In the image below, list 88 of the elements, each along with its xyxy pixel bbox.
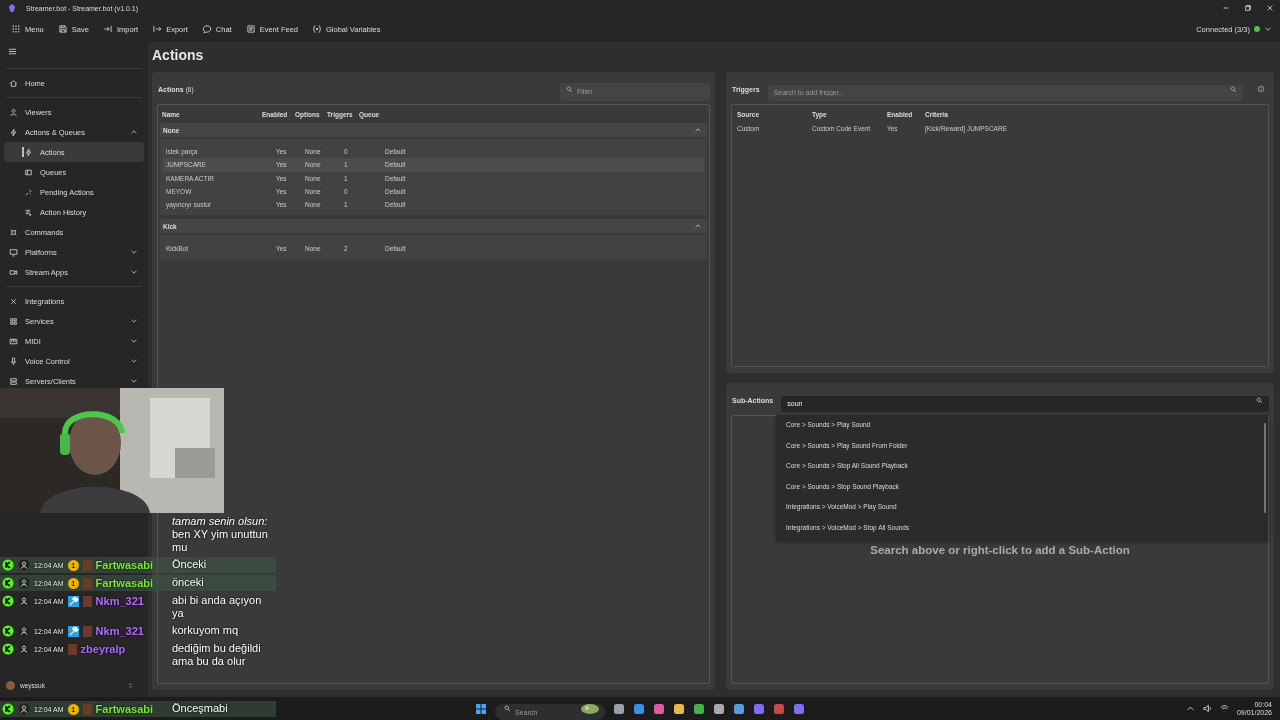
chevron-icon[interactable] — [694, 126, 702, 134]
list-icon — [24, 207, 33, 217]
server-icon — [9, 376, 18, 386]
grid-icon — [11, 24, 21, 34]
kick-icon — [2, 577, 14, 589]
avatar — [82, 595, 92, 607]
close-icon[interactable] — [1266, 4, 1274, 12]
search-icon — [504, 705, 511, 712]
import-icon — [102, 24, 113, 34]
page-title: Actions — [152, 46, 205, 65]
chevron-icon[interactable] — [130, 357, 138, 365]
kick-icon — [2, 643, 14, 655]
command-icon — [9, 227, 18, 237]
chevron-icon[interactable] — [130, 268, 138, 276]
message-text: abi bi anda açıyon ya — [172, 594, 263, 620]
search-icon — [1256, 396, 1263, 404]
windows-icon[interactable] — [475, 702, 487, 715]
cross-icon — [9, 296, 18, 306]
chevron-icon[interactable] — [130, 337, 138, 345]
chevron-icon[interactable] — [130, 317, 138, 325]
chat-icon — [201, 24, 212, 34]
restore-icon[interactable] — [1244, 4, 1252, 12]
user-icon — [18, 703, 30, 715]
kick-icon — [2, 625, 14, 637]
user-icon — [18, 559, 30, 571]
app-icon[interactable] — [793, 702, 805, 715]
hammer-icon — [67, 625, 79, 637]
username: Nkm_321 — [95, 595, 144, 607]
avatar — [6, 680, 15, 690]
user-icon — [9, 107, 18, 117]
chevron-icon — [127, 681, 134, 689]
variable-icon — [312, 24, 323, 34]
avatar — [82, 559, 92, 571]
message-text: Önceki — [172, 558, 208, 572]
avatar — [82, 703, 92, 715]
scrollbar[interactable] — [1264, 423, 1266, 513]
chevron-down-icon[interactable] — [1264, 25, 1272, 33]
avatar — [82, 625, 92, 637]
username: Fartwasabi — [95, 703, 154, 715]
chevron-icon[interactable] — [130, 128, 138, 136]
app-icon[interactable] — [693, 702, 705, 715]
username: Fartwasabi — [95, 559, 154, 571]
app-icon[interactable] — [613, 702, 625, 715]
kick-icon — [2, 559, 14, 571]
export-icon — [152, 24, 163, 34]
message-text: Önceşmabi — [172, 702, 229, 716]
chevron-up-icon[interactable] — [1185, 704, 1195, 713]
queue-icon — [24, 167, 33, 177]
message-text: korkuyom mq — [172, 624, 240, 638]
user-icon — [18, 595, 30, 607]
username: Nkm_321 — [95, 625, 144, 637]
microphone-icon — [9, 356, 18, 366]
hammer-icon — [67, 595, 79, 607]
message-text: dediğim bu değildi ama bu da olur — [172, 642, 262, 668]
list-icon — [245, 24, 256, 34]
keyboard-icon — [9, 336, 18, 346]
save-icon — [57, 24, 68, 34]
user-icon — [18, 643, 30, 655]
app-icon[interactable] — [653, 702, 665, 715]
search-icon — [1230, 85, 1237, 93]
search-icon — [566, 85, 573, 93]
speaker-icon[interactable] — [1202, 704, 1212, 713]
logo-icon — [8, 4, 16, 12]
app-icon[interactable] — [753, 702, 765, 715]
avatar — [67, 643, 77, 655]
empty-hint: Search above or right-click to add a Sub-Action — [870, 543, 1130, 556]
message-text: tamam senin olsun: ben XY yim unuttun mu — [172, 515, 269, 554]
monitor-icon — [9, 247, 18, 257]
kick-icon — [2, 595, 14, 607]
home-icon — [9, 78, 18, 88]
user-icon — [18, 625, 30, 637]
username: Fartwasabi — [95, 577, 154, 589]
map-icon — [580, 702, 600, 715]
username: zbeyralp — [80, 643, 126, 655]
app-icon[interactable] — [713, 702, 725, 715]
app-icon[interactable] — [633, 702, 645, 715]
avatar — [82, 577, 92, 589]
menu-icon[interactable] — [8, 47, 17, 56]
message-text: önceki — [172, 576, 205, 590]
grid-icon — [9, 316, 18, 326]
minimize-icon[interactable] — [1222, 4, 1230, 12]
app-icon[interactable] — [733, 702, 745, 715]
info-icon[interactable] — [1257, 85, 1265, 93]
chevron-icon[interactable] — [130, 248, 138, 256]
app-icon[interactable] — [673, 702, 685, 715]
camera-icon — [9, 267, 18, 277]
chevron-icon[interactable] — [130, 377, 138, 385]
user-icon — [18, 577, 30, 589]
